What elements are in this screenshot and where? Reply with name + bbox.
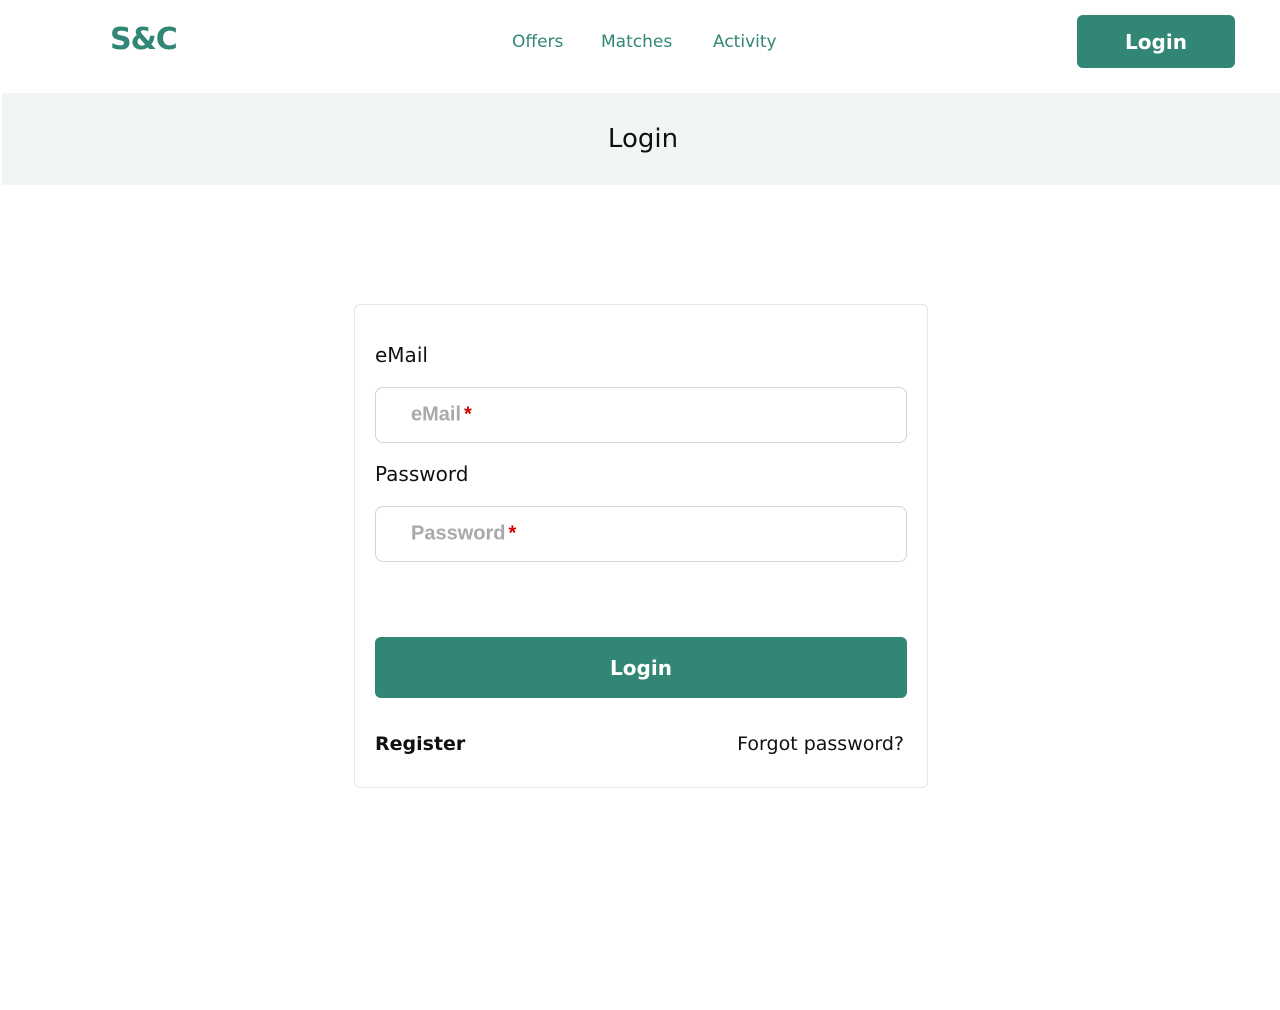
password-label: Password: [375, 462, 469, 486]
page-title: Login: [607, 124, 679, 154]
nav-link-offers[interactable]: Offers: [512, 32, 563, 52]
brand-logo[interactable]: S&C: [110, 22, 178, 57]
forgot-password-link[interactable]: Forgot password?: [737, 733, 904, 755]
email-input[interactable]: [376, 388, 906, 442]
login-card: eMail eMail * Password Password * Login Re…: [354, 304, 928, 788]
nav-link-matches[interactable]: Matches: [601, 32, 672, 52]
email-label: eMail: [375, 343, 428, 367]
password-field-wrapper: Password *: [375, 506, 907, 562]
login-submit-button[interactable]: Login: [375, 637, 907, 698]
password-input[interactable]: [376, 507, 906, 561]
register-link[interactable]: Register: [375, 733, 465, 755]
header-login-button[interactable]: Login: [1077, 15, 1235, 68]
top-navbar: S&C Offers Matches Activity Login: [0, 0, 1280, 93]
email-field-wrapper: eMail *: [375, 387, 907, 443]
page-title-banner: Login: [2, 93, 1280, 185]
nav-link-activity[interactable]: Activity: [713, 32, 777, 52]
